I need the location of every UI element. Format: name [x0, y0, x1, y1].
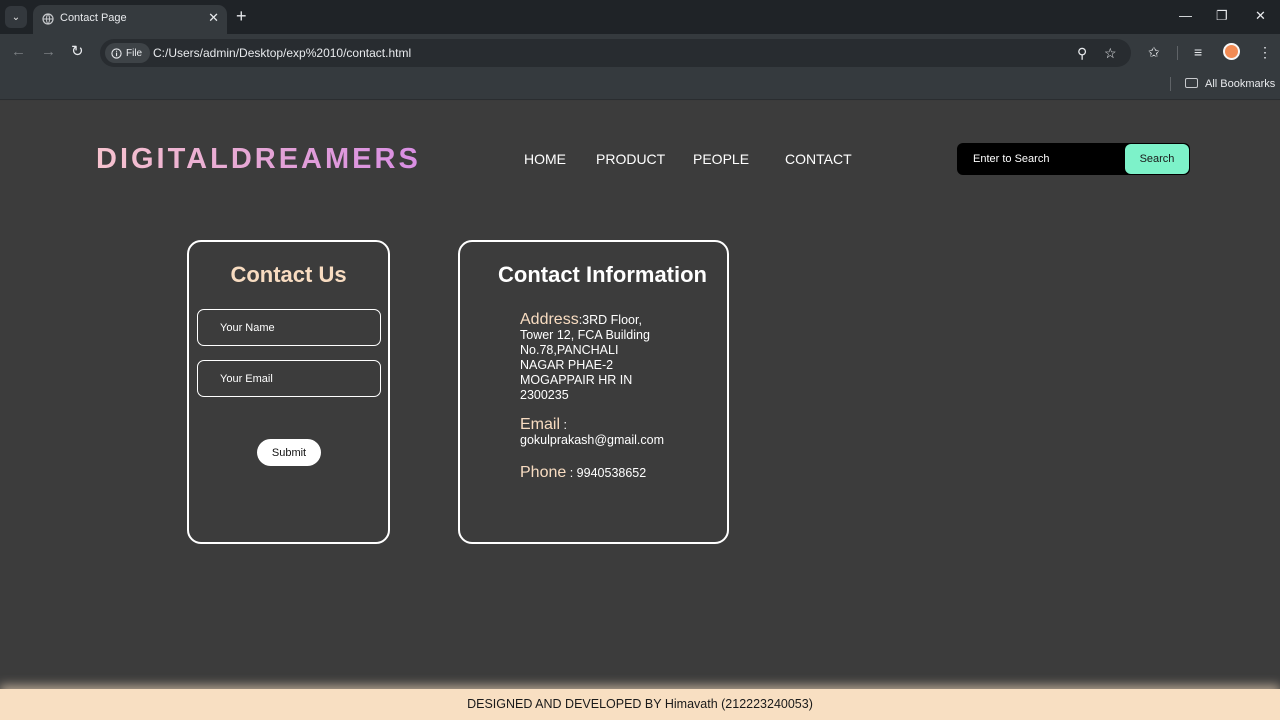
- reload-icon[interactable]: ↻: [71, 43, 84, 61]
- plus-icon[interactable]: +: [236, 7, 247, 25]
- submit-button[interactable]: Submit: [257, 439, 321, 466]
- minimize-icon[interactable]: —: [1179, 8, 1192, 24]
- all-bookmarks[interactable]: All Bookmarks: [1205, 78, 1275, 90]
- file-chip-label: File: [126, 47, 143, 59]
- address-line: No.78,PANCHALI: [520, 343, 619, 357]
- back-icon[interactable]: ←: [11, 43, 26, 61]
- folder-icon: [1185, 78, 1198, 88]
- contact-info-title: Contact Information: [498, 262, 707, 287]
- tab-contact-page[interactable]: Contact Page ✕: [33, 5, 227, 34]
- address-line: 2300235: [520, 388, 569, 402]
- page-footer: DESIGNED AND DEVELOPED BY Himavath (2122…: [0, 689, 1280, 720]
- close-window-icon[interactable]: ✕: [1255, 8, 1266, 24]
- email-block: Email : gokulprakash@gmail.com: [520, 417, 664, 448]
- address-line: MOGAPPAIR HR IN: [520, 373, 633, 387]
- contact-form-card: Contact Us Submit: [187, 240, 390, 544]
- phone-value: : 9940538652: [566, 466, 647, 480]
- profile-avatar[interactable]: [1223, 43, 1240, 60]
- email-label: Email: [520, 416, 561, 433]
- search-input[interactable]: [957, 143, 1125, 175]
- page-viewport: DIGITALDREAMERS HOME PRODUCT PEOPLE CONT…: [0, 101, 1280, 720]
- address-line: NAGAR PHAE-2: [520, 358, 614, 372]
- search-box: Search: [957, 143, 1190, 175]
- site-info-chip[interactable]: File: [105, 43, 151, 63]
- nav-home[interactable]: HOME: [524, 151, 566, 167]
- url-text[interactable]: C:/Users/admin/Desktop/exp%2010/contact.…: [153, 46, 411, 60]
- address-line: :3RD Floor,: [578, 313, 642, 327]
- email-separator: :: [560, 418, 567, 432]
- search-button[interactable]: Search: [1125, 144, 1189, 174]
- contact-info-card: Contact Information Address:3RD Floor, T…: [458, 240, 729, 544]
- more-icon[interactable]: ⋮: [1258, 43, 1272, 61]
- bookmarks-bar: All Bookmarks: [0, 72, 1280, 100]
- address-label: Address: [520, 311, 579, 328]
- name-field[interactable]: [197, 309, 381, 346]
- email-field[interactable]: [197, 360, 381, 397]
- chevron-down-icon[interactable]: ⌄: [5, 6, 27, 28]
- nav-people[interactable]: PEOPLE: [693, 151, 749, 167]
- tab-strip: ⌄ Contact Page ✕ + — ❐ ✕: [0, 0, 1280, 34]
- toolbar-divider: [1177, 46, 1178, 60]
- tab-title: Contact Page: [60, 12, 127, 24]
- globe-icon: [42, 13, 54, 25]
- address-bar[interactable]: File C:/Users/admin/Desktop/exp%2010/con…: [100, 39, 1131, 67]
- address-line: Tower 12, FCA Building: [520, 328, 650, 342]
- nav-contact[interactable]: CONTACT: [785, 151, 852, 167]
- media-icon[interactable]: ≡: [1194, 43, 1202, 61]
- address-block: Address:3RD Floor, Tower 12, FCA Buildin…: [520, 312, 650, 403]
- phone-label: Phone: [520, 464, 567, 481]
- phone-block: Phone : 9940538652: [520, 465, 646, 481]
- email-value: gokulprakash@gmail.com: [520, 433, 665, 447]
- zoom-icon[interactable]: ⚲: [1077, 44, 1087, 62]
- star-icon[interactable]: ☆: [1104, 44, 1117, 62]
- browser-toolbar: ← → ↻ File C:/Users/admin/Desktop/exp%20…: [0, 34, 1280, 72]
- restore-icon[interactable]: ❐: [1216, 8, 1228, 24]
- nav-product[interactable]: PRODUCT: [596, 151, 665, 167]
- info-icon: [111, 47, 122, 59]
- bookmarks-divider: [1170, 77, 1171, 91]
- forward-icon[interactable]: →: [41, 43, 56, 61]
- bookmarks-star-icon[interactable]: ✩: [1148, 43, 1160, 61]
- contact-form-title: Contact Us: [230, 262, 347, 287]
- close-icon[interactable]: ✕: [208, 10, 219, 26]
- site-logo[interactable]: DIGITALDREAMERS: [96, 143, 421, 176]
